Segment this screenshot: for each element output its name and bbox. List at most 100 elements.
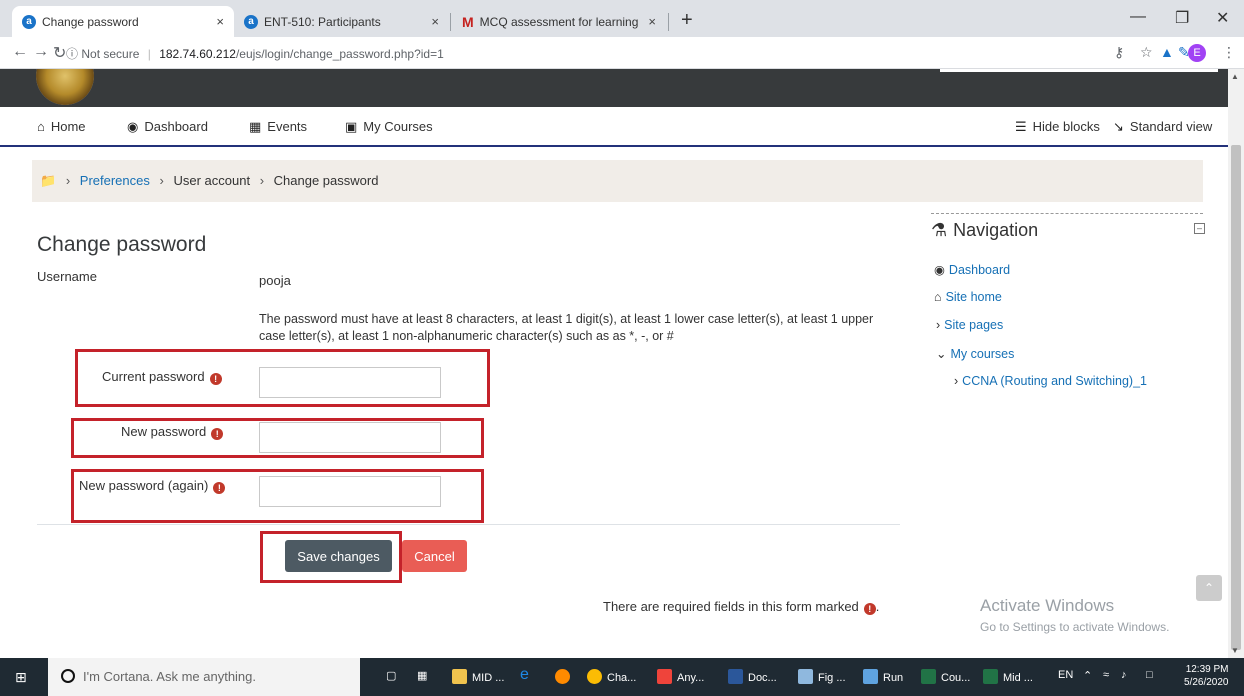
close-icon[interactable]: × [431,14,439,29]
gmail-icon: M [462,13,474,30]
moodle-a-icon: a [244,14,258,29]
dashboard-icon: ◉ [127,119,139,134]
nav-block-site-home-label: Site home [945,290,1002,304]
nav-block-dashboard-label: Dashboard [948,263,1011,277]
security-label: Not secure [81,47,140,61]
browser-tab-strip: a Change password × a ENT-510: Participa… [0,0,1244,37]
edge-icon[interactable]: e [520,666,529,684]
taskbar-app-run[interactable]: Run [863,669,903,684]
store-icon[interactable]: ▦ [417,669,427,682]
folder-icon[interactable]: 📁 [40,173,56,188]
close-icon[interactable]: × [648,14,656,29]
hide-blocks-icon: ☰ [1015,119,1027,134]
moodle-a-icon: a [22,14,36,29]
taskbar-app-excel-1[interactable]: Cou... [921,669,970,684]
nav-block-site-pages-label: Site pages [944,318,1004,332]
notifications-icon[interactable]: □ [1146,669,1153,681]
nav-dashboard-label: Dashboard [144,119,208,134]
nav-block-site-home[interactable]: ⌂ Site home [934,290,1002,304]
standard-view-button[interactable]: ↘ Standard view [1113,119,1212,135]
page-scrollbar[interactable]: ▲ ▼ [1228,69,1244,658]
cancel-button[interactable]: Cancel [402,540,467,572]
breadcrumb-separator: › [259,173,265,188]
tab-change-password[interactable]: a Change password × [12,6,234,37]
cortana-search[interactable]: I'm Cortana. Ask me anything. [48,658,360,696]
taskbar-app-excel-2[interactable]: Mid ... [983,669,1033,684]
taskbar-app-label: Cou... [941,672,971,684]
key-icon[interactable]: ⚷ [1114,44,1124,61]
address-bar[interactable]: ⓘ Not secure | 182.74.60.212/eujs/login/… [66,45,444,62]
scroll-up-icon[interactable]: ▲ [1231,72,1239,81]
nav-events[interactable]: ▦ Events [249,119,307,135]
taskbar-app-label: Cha... [607,672,637,684]
taskbar-app-chrome[interactable]: Cha... [587,669,636,684]
home-icon: ⌂ [934,290,942,304]
nav-block-course-label: CCNA (Routing and Switching)_1 [962,374,1147,388]
minimize-icon[interactable]: — [1130,8,1146,26]
tab-separator [450,13,451,31]
nav-block-dashboard[interactable]: ◉ Dashboard [934,262,1010,277]
calendar-icon: ▦ [249,119,262,134]
nav-my-courses[interactable]: ▣ My Courses [345,119,433,135]
menu-dots-icon[interactable]: ⋮ [1222,44,1236,61]
star-icon[interactable]: ☆ [1140,44,1153,61]
taskbar-app-label: Any... [677,672,705,684]
hide-blocks-button[interactable]: ☰ Hide blocks [1015,119,1100,135]
firefox-icon[interactable] [555,669,575,684]
taskbar-app-mid[interactable]: MID ... [452,669,504,684]
standard-view-label: Standard view [1129,119,1213,134]
taskbar-app-anydesk[interactable]: Any... [657,669,704,684]
nav-home[interactable]: ⌂ Home [37,119,86,134]
task-view-icon[interactable]: ▢ [386,669,396,682]
highlight-new-password [71,418,484,458]
site-header [0,69,1228,107]
window-close-icon[interactable]: ✕ [1216,8,1229,28]
scroll-down-icon[interactable]: ▼ [1231,646,1239,655]
home-icon: ⌂ [37,119,45,134]
collapse-block-icon[interactable]: – [1194,223,1205,234]
chevron-right-icon: › [936,318,941,332]
volume-icon[interactable]: ♪ [1121,669,1127,681]
forward-arrow-icon[interactable]: → [33,43,49,61]
anydesk-icon [657,669,672,684]
dashboard-icon: ◉ [934,263,945,277]
address-bar-row: ← → ↻ ⓘ Not secure | 182.74.60.212/eujs/… [0,37,1244,69]
back-arrow-icon[interactable]: ← [12,43,28,61]
nav-block-site-pages[interactable]: › Site pages [936,318,1003,332]
nav-dashboard[interactable]: ◉ Dashboard [127,119,208,135]
taskbar-app-paint[interactable]: Fig ... [798,669,846,684]
university-logo[interactable] [36,69,94,105]
extension-icon[interactable]: ▲ [1160,44,1174,60]
paint-icon [798,669,813,684]
back-to-top-button[interactable]: ⌃ [1196,575,1222,601]
nav-home-label: Home [50,119,86,134]
windows-start-icon[interactable]: ⊞ [15,669,27,686]
info-icon[interactable]: ⓘ [66,47,78,61]
taskbar-clock[interactable]: 12:39 PM 5/26/2020 [1184,663,1229,689]
reload-icon[interactable]: ↻ [53,43,66,63]
highlight-new-password-again [71,469,484,523]
hide-blocks-label: Hide blocks [1032,119,1100,134]
chevron-up-icon[interactable]: ⌃ [1083,669,1092,682]
breadcrumb-change-password: Change password [273,173,379,188]
tab-participants[interactable]: a ENT-510: Participants × [234,6,449,37]
scroll-thumb[interactable] [1231,145,1241,650]
breadcrumb-preferences[interactable]: Preferences [80,173,150,188]
nav-my-courses-label: My Courses [363,119,433,134]
nav-block-course[interactable]: › CCNA (Routing and Switching)_1 [954,374,1147,388]
language-indicator[interactable]: EN [1058,669,1073,681]
header-search-box[interactable] [940,69,1218,72]
folder-app-icon [452,669,467,684]
wifi-icon[interactable]: ≈ [1103,669,1109,681]
profile-avatar[interactable]: E [1188,44,1206,62]
restore-icon[interactable]: ❐ [1175,8,1189,28]
clock-time: 12:39 PM [1185,664,1229,675]
taskbar-app-word[interactable]: Doc... [728,669,777,684]
excel-icon [921,669,936,684]
new-tab-button[interactable]: + [681,9,693,32]
tab-separator [668,13,669,31]
compress-icon: ↘ [1113,119,1124,134]
close-icon[interactable]: × [216,14,224,29]
nav-block-my-courses[interactable]: ⌄ My courses [936,346,1014,361]
tab-mcq-assessment[interactable]: M MCQ assessment for learning ED × [452,6,666,37]
